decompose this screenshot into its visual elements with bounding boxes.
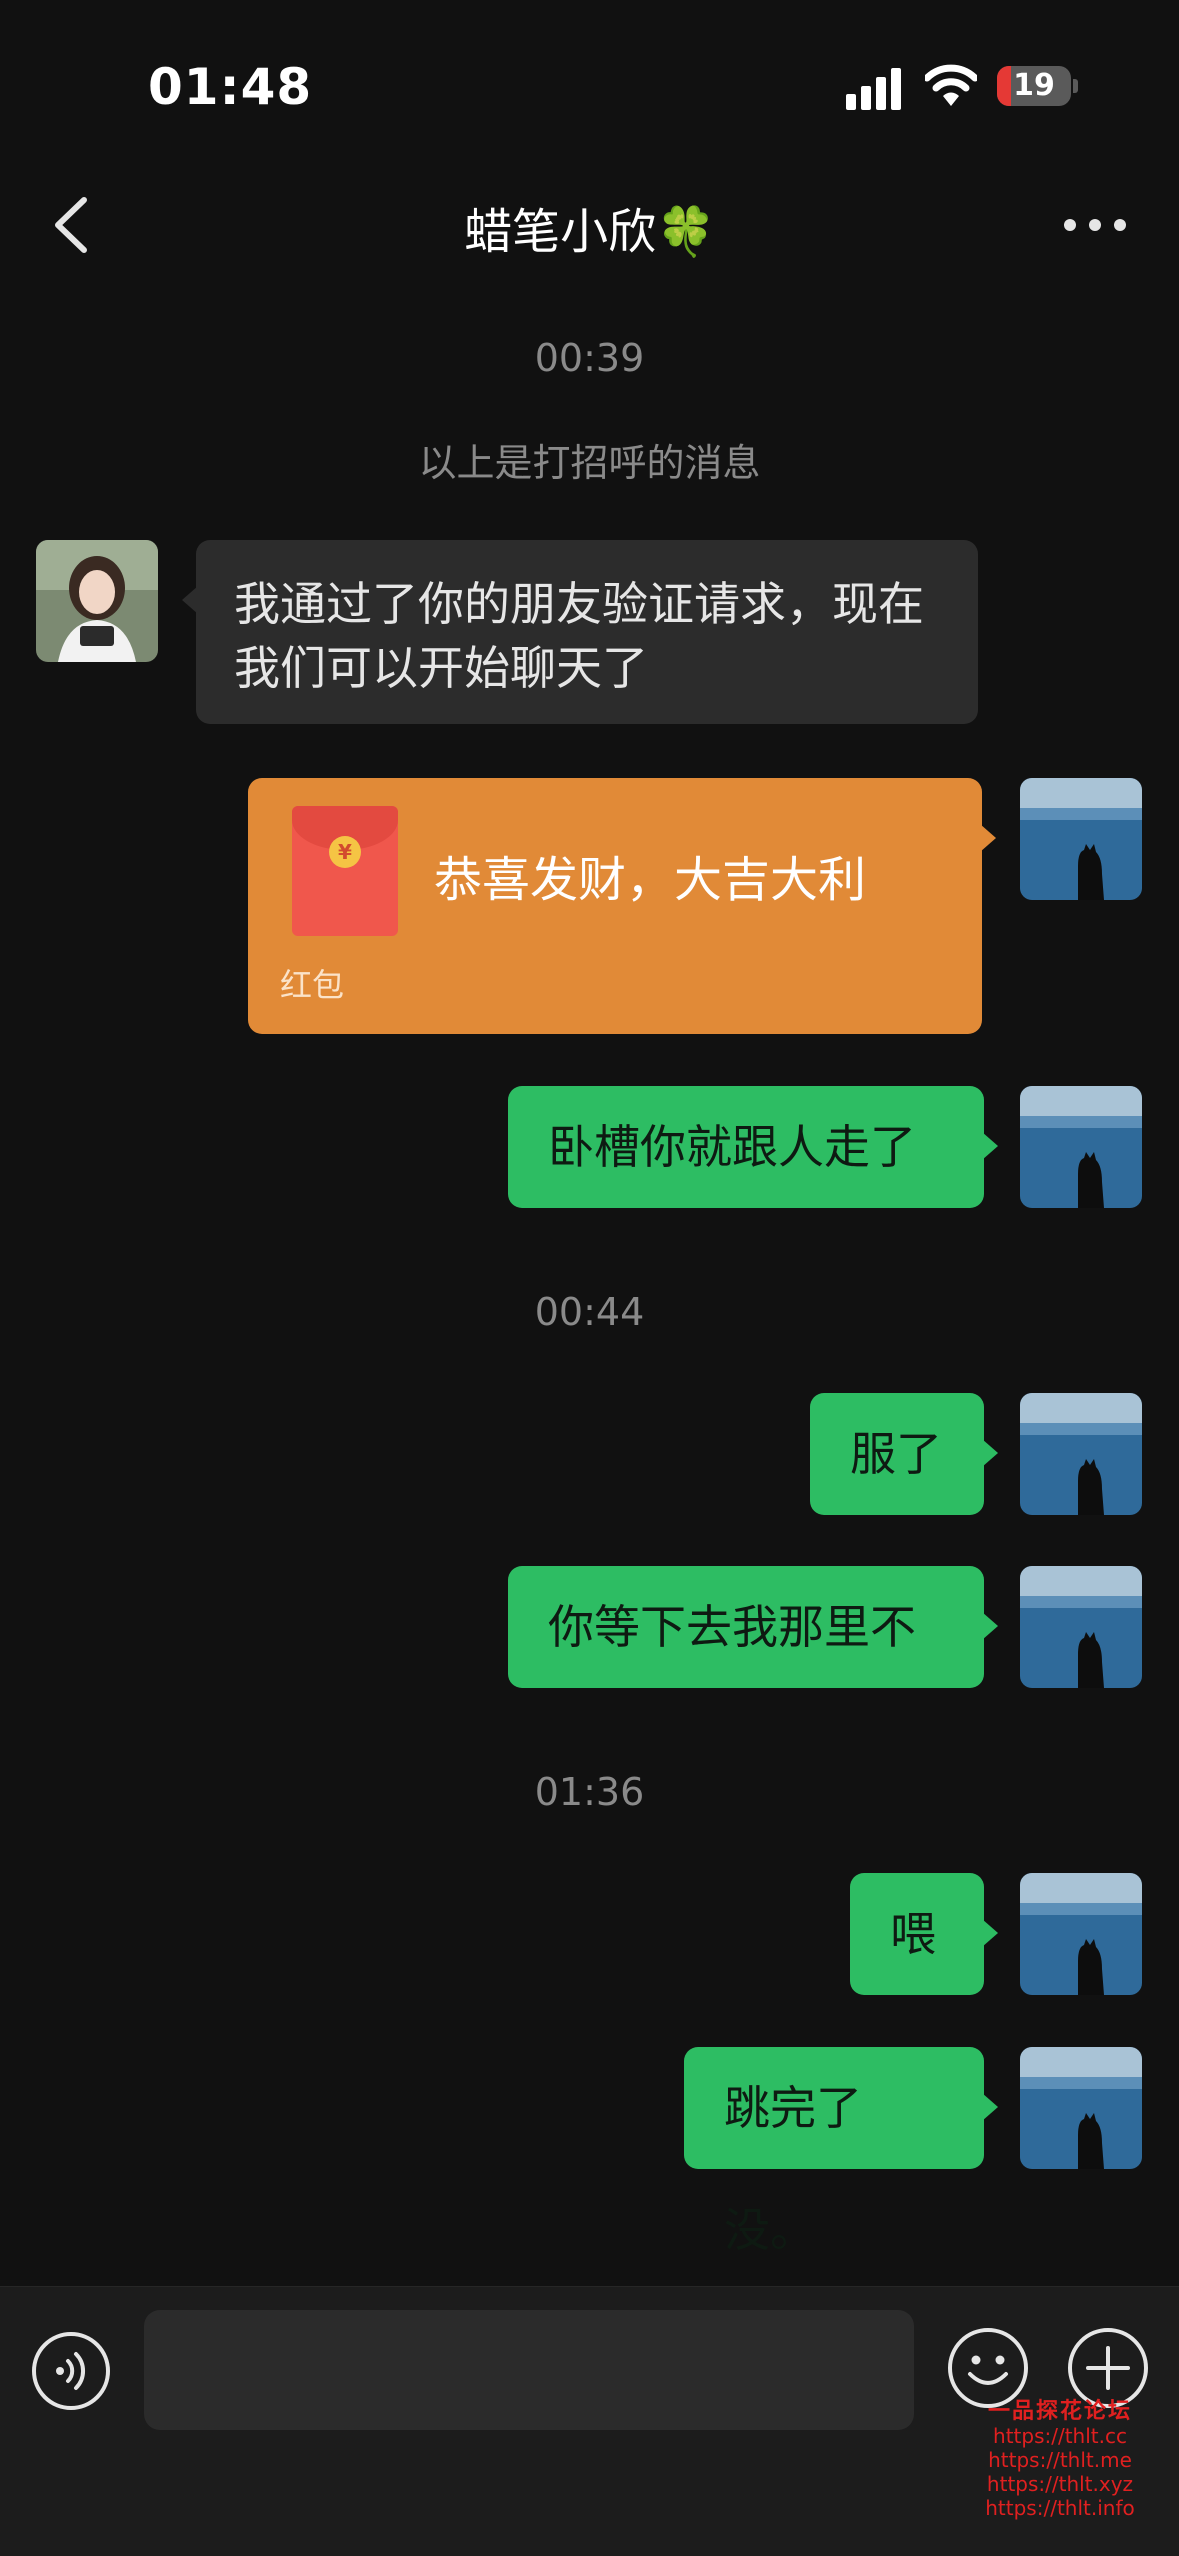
battery-indicator: 19 xyxy=(997,66,1078,106)
battery-level: 19 xyxy=(1013,68,1055,103)
watermark-url: https://thlt.me xyxy=(988,2448,1132,2472)
user-avatar[interactable] xyxy=(1020,2047,1142,2169)
message-bubble-sent[interactable]: 喂 xyxy=(850,1873,998,1995)
voice-icon[interactable] xyxy=(30,2330,112,2412)
cellular-signal-icon xyxy=(846,68,901,110)
user-avatar[interactable] xyxy=(1020,1566,1142,1688)
user-avatar[interactable] xyxy=(1020,1873,1142,1995)
message-bubble-received[interactable]: 我通过了你的朋友验证请求，现在我们可以开始聊天了 xyxy=(182,540,978,724)
timestamp: 00:44 xyxy=(534,1290,645,1334)
message-bubble-sent[interactable]: 跳完了没。 xyxy=(684,2047,998,2257)
contact-avatar[interactable] xyxy=(36,540,158,662)
watermark: 一品探花论坛 https://thlt.cc https://thlt.me h… xyxy=(950,2399,1170,2521)
wifi-icon xyxy=(925,64,977,106)
message-text: 我通过了你的朋友验证请求，现在我们可以开始聊天了 xyxy=(234,577,924,695)
red-packet-card[interactable]: ¥ 恭喜发财，大吉大利 红包 xyxy=(248,778,996,1034)
message-text: 服了 xyxy=(850,1427,942,1481)
message-text: 喂 xyxy=(890,1907,936,1961)
chat-title: 蜡笔小欣🍀 xyxy=(464,204,716,260)
system-note: 以上是打招呼的消息 xyxy=(418,441,761,485)
watermark-url: https://thlt.info xyxy=(985,2496,1135,2520)
emoji-icon[interactable] xyxy=(946,2326,1030,2410)
user-avatar[interactable] xyxy=(1020,778,1142,900)
message-bubble-sent[interactable]: 服了 xyxy=(810,1393,998,1515)
more-options-button[interactable] xyxy=(1060,200,1130,250)
red-packet-title: 恭喜发财，大吉大利 xyxy=(434,852,867,908)
message-text: 你等下去我那里不 xyxy=(548,1600,916,1654)
message-text: 卧槽你就跟人走了 xyxy=(548,1120,916,1174)
timestamp: 00:39 xyxy=(534,336,645,380)
back-button[interactable] xyxy=(40,190,100,260)
watermark-url: https://thlt.cc xyxy=(993,2424,1127,2448)
red-packet-icon: ¥ xyxy=(292,806,398,936)
message-input[interactable] xyxy=(144,2310,914,2430)
message-bubble-sent[interactable]: 你等下去我那里不 xyxy=(508,1566,998,1688)
plus-icon[interactable] xyxy=(1066,2326,1150,2410)
timestamp: 01:36 xyxy=(534,1770,645,1814)
message-bubble-sent[interactable]: 卧槽你就跟人走了 xyxy=(508,1086,998,1208)
watermark-title: 一品探花论坛 xyxy=(987,2399,1132,2424)
message-text: 跳完了没。 xyxy=(724,2081,862,2257)
user-avatar[interactable] xyxy=(1020,1393,1142,1515)
red-packet-label: 红包 xyxy=(280,966,345,1004)
watermark-url: https://thlt.xyz xyxy=(986,2472,1134,2496)
status-time: 01:48 xyxy=(148,58,313,116)
user-avatar[interactable] xyxy=(1020,1086,1142,1208)
